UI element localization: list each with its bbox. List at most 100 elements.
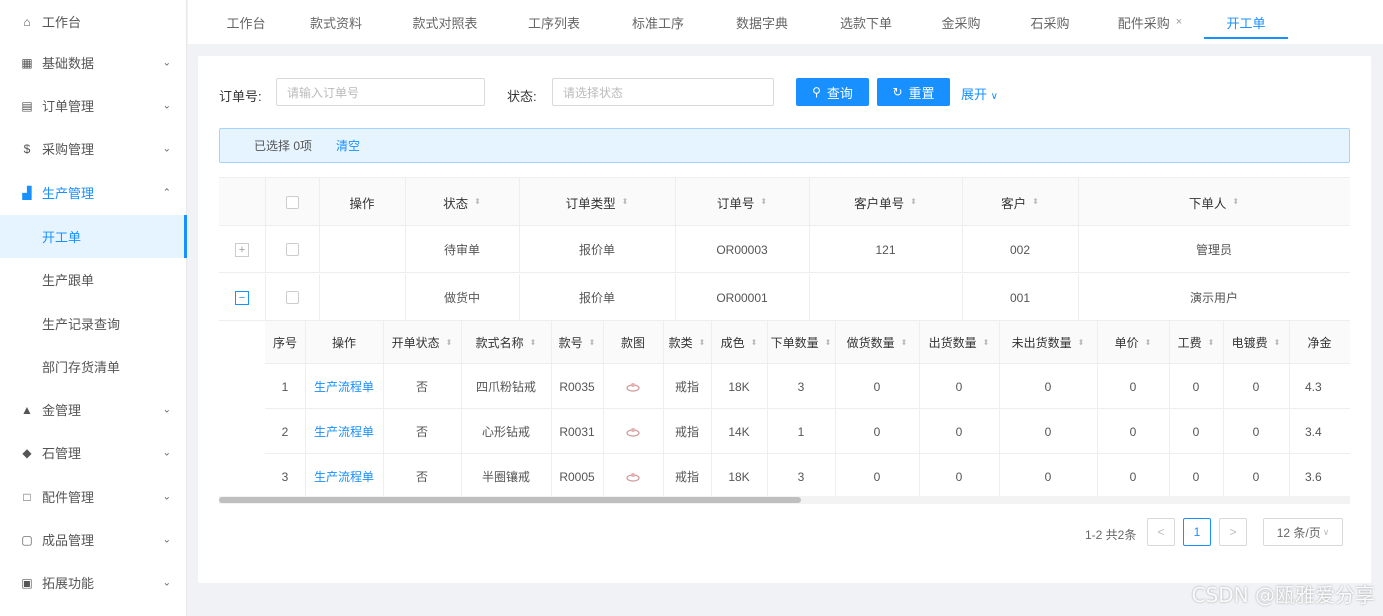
sidebar-item-label: 金管理 (42, 403, 82, 418)
expand-icon[interactable]: + (235, 242, 249, 257)
sub-cell-net_gold: 3.6 (1305, 469, 1322, 484)
sub-cell-code: R0031 (559, 424, 595, 439)
sort-icon[interactable]: ⬍ (699, 338, 706, 347)
sort-icon[interactable]: ⬍ (1078, 338, 1085, 347)
sidebar-item-9[interactable]: ▣ 拓展功能 ⌄ (0, 561, 187, 604)
query-button[interactable]: ⚲ 查询 (796, 78, 869, 106)
production-flow-link[interactable]: 生产流程单 (305, 454, 383, 499)
sidebar-item-1[interactable]: ▦ 基础数据 ⌄ (0, 41, 187, 84)
sub-column-header-label: 开单状态 (391, 336, 440, 350)
row-checkbox-cell[interactable] (265, 274, 319, 321)
reset-button[interactable]: ↻ 重置 (877, 78, 950, 106)
sidebar-item-3[interactable]: $ 采购管理 ⌄ (0, 127, 187, 170)
sort-icon[interactable]: ⬍ (1208, 338, 1215, 347)
chevron-down-icon: ⌄ (162, 491, 171, 502)
expand-row-cell[interactable]: − (219, 274, 265, 321)
sidebar-item-8[interactable]: ▢ 成品管理 ⌄ (0, 518, 187, 561)
column-divider (711, 454, 712, 499)
prev-page-button[interactable]: < (1147, 518, 1175, 546)
sort-icon[interactable]: ⬍ (446, 338, 453, 347)
tab-2[interactable]: 款式对照表 (388, 0, 502, 44)
column-divider (319, 178, 320, 226)
checkbox[interactable] (285, 195, 299, 209)
sub-column-header: 净金 (1289, 321, 1350, 364)
tab-6[interactable]: 选款下单 (814, 0, 918, 44)
horizontal-scrollbar[interactable] (219, 496, 1350, 504)
column-divider (519, 226, 520, 273)
sub-column-header: 款式名称 ⬍ (461, 321, 551, 364)
sidebar-item-6[interactable]: ◆ 石管理 ⌄ (0, 431, 187, 474)
sidebar-item-7[interactable]: □ 配件管理 ⌄ (0, 475, 187, 518)
column-header: 客户 ⬍ (962, 178, 1078, 226)
sort-icon[interactable]: ⬍ (622, 198, 629, 206)
close-icon[interactable]: × (1176, 16, 1182, 28)
sidebar-item-0[interactable]: ⌂ 工作台 (0, 0, 187, 43)
sort-icon[interactable]: ⬍ (1145, 338, 1152, 347)
sort-icon[interactable]: ⬍ (983, 338, 990, 347)
sort-icon[interactable]: ⬍ (901, 338, 908, 347)
column-header: 下单人 ⬍ (1078, 178, 1350, 226)
sort-icon[interactable]: ⬍ (825, 338, 832, 347)
collapse-icon[interactable]: − (235, 290, 249, 305)
sub-column-header: 操作 (305, 321, 383, 364)
sidebar: ⌂ 工作台 ▦ 基础数据 ⌄ ▤ 订单管理 ⌄ $ 采购管理 ⌄ ▟ 生产管理 ⌃ ▲ 金管理 ⌄ ◆ 石管理 ⌄ □ 配… (0, 0, 187, 616)
sidebar-subitem-3[interactable]: 部门存货清单 (0, 345, 187, 388)
search-icon: ⚲ (812, 85, 821, 99)
scrollbar-thumb[interactable] (219, 497, 801, 503)
tab-0[interactable]: 工作台 (208, 0, 284, 44)
page-1-button[interactable]: 1 (1183, 518, 1211, 546)
sort-icon[interactable]: ⬍ (589, 338, 596, 347)
sub-cell-purity: 18K (728, 469, 750, 484)
tab-7[interactable]: 金采购 (918, 0, 1004, 44)
expand-row-cell[interactable]: + (219, 226, 265, 273)
sort-icon[interactable]: ⬍ (910, 198, 917, 206)
column-divider (1097, 409, 1098, 454)
sidebar-item-4[interactable]: ▟ 生产管理 ⌃ (0, 171, 187, 214)
tab-4[interactable]: 标准工序 (606, 0, 710, 44)
sub-cell-name: 四爪粉钻戒 (475, 380, 536, 394)
tab-8[interactable]: 石采购 (1004, 0, 1096, 44)
selection-alert: 已选择 0项 清空 (219, 128, 1350, 163)
tab-1[interactable]: 款式资料 (284, 0, 388, 44)
sidebar-subitem-0[interactable]: 开工单 (0, 215, 187, 258)
sort-icon[interactable]: ⬍ (760, 198, 767, 206)
row-checkbox-cell[interactable] (265, 226, 319, 273)
sidebar-subitem-2[interactable]: 生产记录查询 (0, 302, 187, 345)
tab-3[interactable]: 工序列表 (502, 0, 606, 44)
order-no-input[interactable]: 请输入订单号 (276, 78, 485, 106)
ring-image-icon (603, 409, 663, 454)
clear-selection-link[interactable]: 清空 (336, 137, 360, 154)
status-select[interactable]: 请选择状态 (552, 78, 774, 106)
sub-cell-net_gold: 3.4 (1305, 424, 1322, 439)
column-divider (1289, 321, 1290, 364)
sidebar-item-5[interactable]: ▲ 金管理 ⌄ (0, 388, 187, 431)
production-flow-link[interactable]: 生产流程单 (305, 364, 383, 409)
sort-icon[interactable]: ⬍ (1232, 198, 1239, 206)
production-flow-link[interactable]: 生产流程单 (305, 409, 383, 454)
sort-icon[interactable]: ⬍ (1274, 338, 1281, 347)
sidebar-item-2[interactable]: ▤ 订单管理 ⌄ (0, 84, 187, 127)
sort-icon[interactable]: ⬍ (751, 338, 758, 347)
select-all-checkbox[interactable] (265, 178, 319, 226)
sidebar-item-label: 采购管理 (42, 142, 95, 157)
expand-label: 展开 (961, 87, 988, 102)
sort-icon[interactable]: ⬍ (530, 338, 537, 347)
page-size-select[interactable]: 12 条/页 ∨ (1263, 518, 1343, 546)
sidebar-subitem-1[interactable]: 生产跟单 (0, 258, 187, 301)
gold-icon: ▲ (21, 402, 33, 417)
tab-10[interactable]: 开工单 (1204, 0, 1288, 44)
tab-5[interactable]: 数据字典 (710, 0, 814, 44)
column-header-label: 订单类型 (565, 196, 616, 211)
checkbox[interactable] (285, 243, 299, 256)
next-page-button[interactable]: > (1219, 518, 1247, 546)
tab-9[interactable]: 配件采购 × (1096, 0, 1204, 44)
column-divider (675, 274, 676, 321)
sub-cell-plating: 0 (1252, 424, 1260, 439)
checkbox[interactable] (285, 291, 299, 304)
sub-cell-idx: 2 (281, 424, 289, 439)
sort-icon[interactable]: ⬍ (1032, 198, 1039, 206)
expand-link[interactable]: 展开 ∨ (961, 84, 998, 103)
sort-icon[interactable]: ⬍ (474, 198, 481, 206)
page-size-label: 12 条/页 (1276, 525, 1321, 540)
chevron-down-icon: ⌄ (162, 404, 171, 415)
